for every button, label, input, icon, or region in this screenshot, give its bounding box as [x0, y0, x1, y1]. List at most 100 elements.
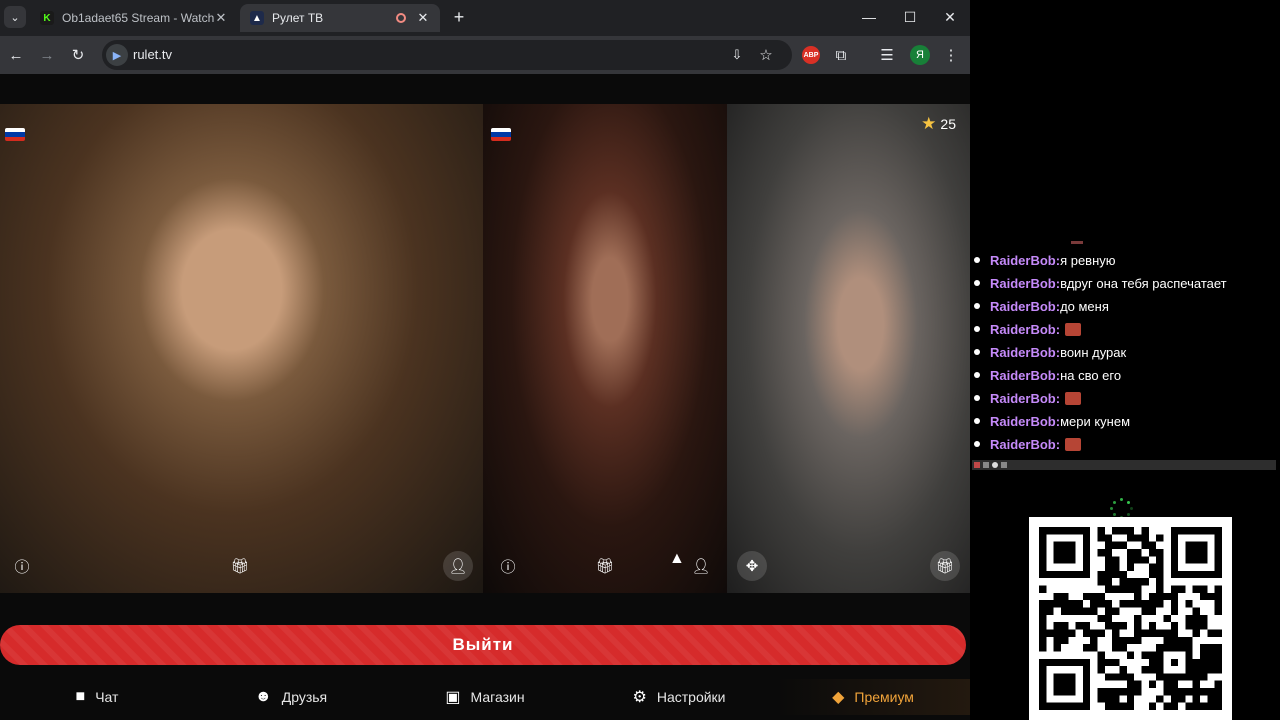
nav-label: Настройки	[656, 689, 726, 705]
chat-icon: ■	[75, 688, 86, 705]
chat-message: RaiderBob:	[972, 387, 1227, 410]
chat-toolbar-icon	[992, 462, 998, 468]
adblock-extension-icon[interactable]: ABP	[802, 46, 820, 64]
qr-code	[1029, 517, 1232, 720]
tab-close-icon[interactable]: ✕	[416, 10, 430, 26]
url-text[interactable]: rulet.tv	[133, 47, 172, 62]
tab-title: Ob1adaet65 Stream - Watch Li	[62, 11, 214, 25]
chat-username[interactable]: RaiderBob:	[990, 253, 1060, 268]
chat-text: воин дурак	[1060, 345, 1127, 360]
bullet-icon	[974, 395, 980, 401]
bullet-icon	[974, 441, 980, 447]
chat-username[interactable]: RaiderBob:	[990, 299, 1060, 314]
gift-icon[interactable]: 🎁︎	[590, 551, 620, 581]
chat-message-list: RaiderBob: я ревную RaiderBob: вдруг она те…	[972, 249, 1227, 456]
profile-icon[interactable]: 👤︎	[686, 551, 716, 581]
extensions-puzzle-icon[interactable]: ⧉	[830, 44, 852, 66]
chat-toolbar	[972, 460, 1276, 470]
tab-close-icon[interactable]: ✕	[214, 10, 228, 26]
chat-username[interactable]: RaiderBob:	[990, 276, 1060, 291]
tab-kick-stream[interactable]: K Ob1adaet65 Stream - Watch Li ✕	[30, 4, 238, 32]
kick-logo-icon: K	[40, 11, 54, 25]
nav-label: Чат	[95, 689, 119, 705]
chat-text: я ревную	[1060, 253, 1116, 268]
chat-message: RaiderBob: до меня	[972, 295, 1227, 318]
chat-text: вдруг она тебя распечатает	[1060, 276, 1227, 291]
video-feed-1: ⓘ 🎁︎ 👤︎	[0, 104, 483, 593]
nav-label: Премиум	[854, 689, 914, 705]
bullet-icon	[974, 349, 980, 355]
chat-username[interactable]: RaiderBob:	[990, 391, 1060, 406]
chat-message: RaiderBob: мери кунем	[972, 410, 1227, 433]
nav-friends[interactable]: ☻ Друзья	[194, 679, 388, 715]
report-icon[interactable]: ⓘ	[493, 551, 523, 581]
forward-arrow-icon[interactable]: →	[36, 44, 58, 66]
bullet-icon	[974, 303, 980, 309]
menu-dots-icon[interactable]: ⋮	[940, 44, 962, 66]
profile-avatar[interactable]: Я	[910, 45, 930, 65]
tab-rulet-tv[interactable]: ▲ Рулет ТВ ✕	[240, 4, 440, 32]
video-feed-2: ⓘ 🎁︎ 👤︎	[483, 104, 727, 593]
tab-strip: ⌄ K Ob1adaet65 Stream - Watch Li ✕ ▲ Рул…	[0, 0, 970, 36]
bullet-icon	[974, 326, 980, 332]
chat-emote-fragment	[1071, 241, 1083, 244]
chat-text: до меня	[1060, 299, 1109, 314]
site-info-icon[interactable]: ▶	[106, 44, 128, 66]
bullet-icon	[974, 280, 980, 286]
minimize-button[interactable]: —	[858, 6, 880, 28]
back-arrow-icon[interactable]: ←	[5, 44, 27, 66]
browser-window: ⌄ K Ob1adaet65 Stream - Watch Li ✕ ▲ Рул…	[0, 0, 970, 720]
bottom-nav: ■ Чат ☻ Друзья ▣ Магазин ⚙ Настройки ◆ П…	[0, 679, 970, 715]
reload-icon[interactable]: ↻	[67, 44, 89, 66]
media-control-icon[interactable]: ☰	[876, 44, 898, 66]
gift-icon[interactable]: 🎁︎	[930, 551, 960, 581]
chat-username[interactable]: RaiderBob:	[990, 437, 1060, 452]
nav-premium[interactable]: ◆ Премиум	[776, 679, 970, 715]
chat-username[interactable]: RaiderBob:	[990, 322, 1060, 337]
chat-toolbar-icon	[1001, 462, 1007, 468]
nav-label: Друзья	[281, 689, 328, 705]
install-app-icon[interactable]: ⇩	[726, 44, 748, 66]
chat-emote-icon	[1065, 323, 1082, 336]
profile-icon[interactable]: 👤︎	[443, 551, 473, 581]
report-icon[interactable]: ⓘ	[7, 551, 37, 581]
chat-message: RaiderBob: воин дурак	[972, 341, 1227, 364]
rulet-page: ⓘ 🎁︎ 👤︎ ⓘ 🎁︎ 👤︎ ★ 25 ✥ 🎁︎ ▲ Выйти ■ Чат …	[0, 74, 970, 720]
chat-toolbar-icon	[974, 462, 980, 468]
stream-chat-overlay: RaiderBob: я ревную RaiderBob: вдруг она те…	[972, 241, 1280, 471]
rulet-logo-icon: ▲	[250, 11, 264, 25]
nav-settings[interactable]: ⚙ Настройки	[582, 679, 776, 715]
bullet-icon	[974, 418, 980, 424]
recording-indicator-icon	[396, 13, 406, 23]
rating-display: ★ 25	[921, 114, 956, 134]
nav-label: Магазин	[470, 689, 525, 705]
maximize-button[interactable]: ☐	[899, 6, 921, 28]
friends-icon: ☻	[254, 688, 272, 705]
bookmark-star-icon[interactable]: ☆	[755, 44, 777, 66]
russia-flag-icon	[491, 128, 511, 141]
nav-shop[interactable]: ▣ Магазин	[388, 679, 582, 715]
nav-chat[interactable]: ■ Чат	[0, 679, 194, 715]
star-icon: ★	[921, 114, 937, 133]
browser-toolbar: ← → ↻ ▶ rulet.tv ⇩ ☆ ABP ⧉ ☰ Я ⋮	[0, 36, 970, 74]
chat-username[interactable]: RaiderBob:	[990, 368, 1060, 383]
tab-search-button[interactable]: ⌄	[4, 6, 26, 28]
chat-emote-icon	[1065, 438, 1082, 451]
close-window-button[interactable]: ✕	[939, 6, 961, 28]
gift-icon[interactable]: 🎁︎	[225, 551, 255, 581]
chat-message: RaiderBob: на сво его	[972, 364, 1227, 387]
chat-text: на сво его	[1060, 368, 1122, 383]
premium-tag-icon: ◆	[832, 689, 845, 706]
gamepad-icon[interactable]: ✥	[737, 551, 767, 581]
chat-message: RaiderBob: я ревную	[972, 249, 1227, 272]
chat-text: мери кунем	[1060, 414, 1131, 429]
russia-flag-icon	[5, 128, 25, 141]
chat-emote-icon	[1065, 392, 1082, 405]
exit-button[interactable]: Выйти	[0, 625, 966, 665]
mouse-cursor-icon: ▲	[669, 550, 685, 567]
address-bar[interactable]: ▶ rulet.tv ⇩ ☆	[102, 40, 792, 70]
chat-message: RaiderBob: вдруг она тебя распечатает	[972, 272, 1227, 295]
chat-username[interactable]: RaiderBob:	[990, 414, 1060, 429]
chat-username[interactable]: RaiderBob:	[990, 345, 1060, 360]
new-tab-button[interactable]: +	[448, 6, 470, 28]
